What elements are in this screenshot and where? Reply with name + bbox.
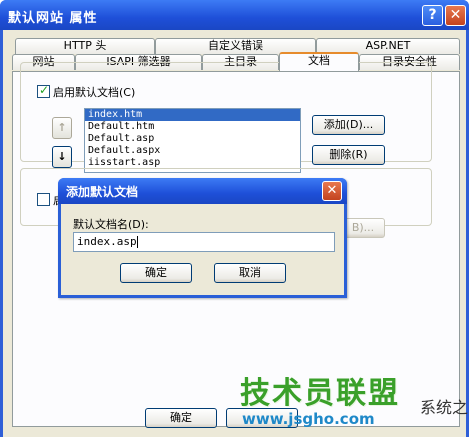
enable-footer-checkbox[interactable] [37,193,50,206]
tab-documents[interactable]: 文档 [279,52,359,71]
watermark-text: 技术员联盟 [240,376,400,411]
doc-name-label: 默认文档名(D): [73,218,149,231]
screen: 默认网站 属性 ? ✕ HTTP 头 自定义错误 ASP.NET 网站 ISAP… [0,0,469,437]
tab-http-headers[interactable]: HTTP 头 [15,38,155,54]
watermark-extra: 系统之家 [420,398,469,417]
text-caret [136,236,138,248]
dialog-title-bar[interactable]: 添加默认文档 ✕ [58,178,347,204]
doc-name-input[interactable]: index.asp [73,232,335,252]
list-item[interactable]: Default.aspx [85,145,300,157]
arrow-down-icon: ↓ [57,150,67,163]
window-title: 默认网站 属性 [8,11,98,26]
doc-name-value: index.asp [77,235,137,248]
arrow-up-icon: ↑ [57,121,67,134]
dialog-title: 添加默认文档 [66,185,139,199]
move-down-button[interactable]: ↓ [52,146,72,168]
browse-button[interactable]: B)... [341,218,385,238]
list-item[interactable]: Default.htm [85,121,300,133]
ok-button[interactable]: 确定 [145,408,217,428]
remove-document-button[interactable]: 删除(R) [312,145,385,165]
default-doc-list[interactable]: index.htm Default.htm Default.asp Defaul… [84,108,301,173]
enable-default-doc-label[interactable]: 启用默认文档(C) [51,84,138,100]
list-item[interactable]: index.htm [85,109,300,121]
dialog-close-button[interactable]: ✕ [322,181,342,201]
title-bar[interactable]: 默认网站 属性 ? ✕ [0,0,469,30]
dialog-client: 默认文档名(D): index.asp 确定 取消 [61,204,344,295]
properties-window: 默认网站 属性 ? ✕ HTTP 头 自定义错误 ASP.NET 网站 ISAP… [0,0,469,437]
enable-default-doc-checkbox[interactable] [37,83,50,98]
dialog-cancel-button[interactable]: 取消 [214,263,286,283]
help-button[interactable]: ? [422,5,443,26]
close-button[interactable]: ✕ [445,5,466,26]
add-default-doc-dialog: 添加默认文档 ✕ 默认文档名(D): index.asp 确定 取消 [58,178,347,298]
add-document-button[interactable]: 添加(D)... [312,115,385,135]
watermark-url: www.jsgho.com [242,410,375,428]
move-up-button[interactable]: ↑ [52,117,72,139]
list-item[interactable]: Default.asp [85,133,300,145]
dialog-ok-button[interactable]: 确定 [120,263,192,283]
